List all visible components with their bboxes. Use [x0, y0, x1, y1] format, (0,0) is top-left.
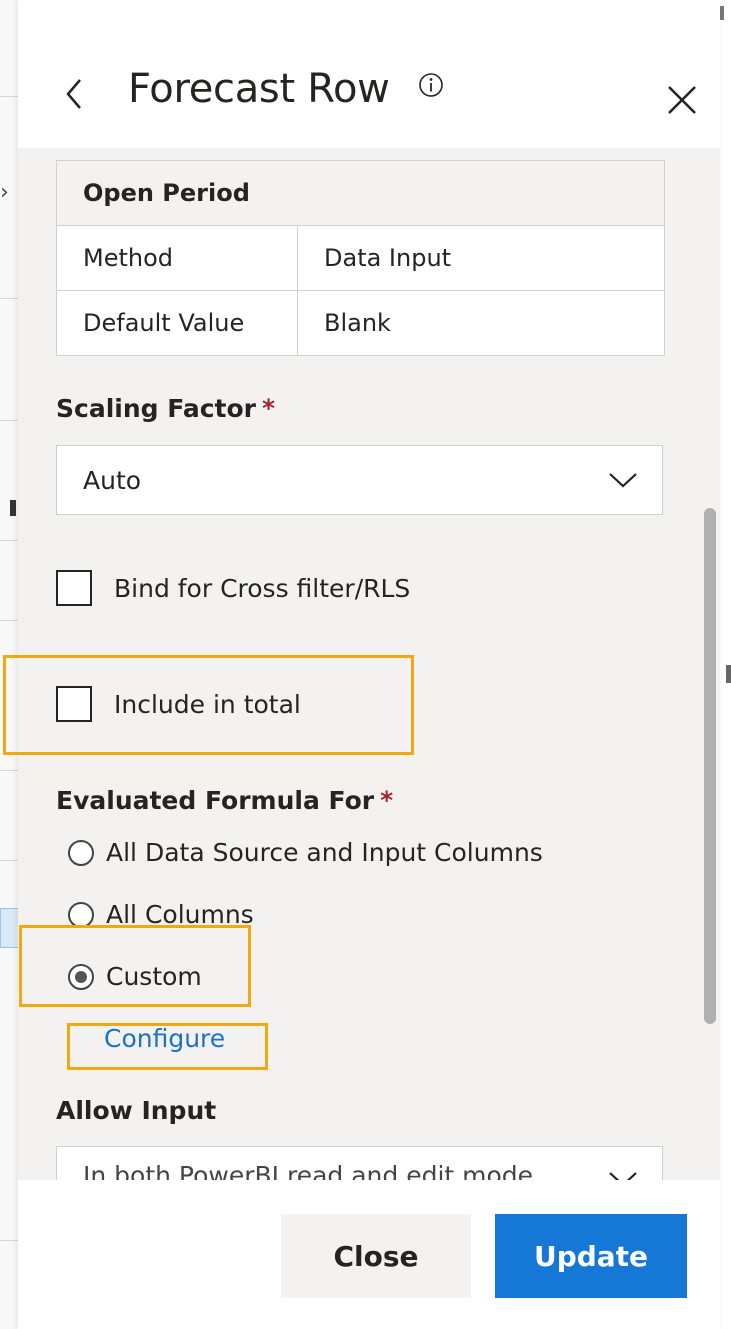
open-period-table: Open Period Method Data Input Default Va… [56, 160, 665, 356]
radio-button[interactable] [68, 839, 94, 866]
table-cell-key: Default Value [57, 291, 298, 355]
checkbox-box[interactable] [56, 686, 92, 722]
table-cell-key: Method [57, 226, 298, 290]
required-mark: * [262, 394, 276, 423]
back-button[interactable] [60, 74, 90, 114]
radio-all-data-source[interactable]: All Data Source and Input Columns [68, 838, 543, 867]
panel-footer: Close Update [18, 1180, 720, 1329]
bind-cross-filter-checkbox[interactable]: Bind for Cross filter/RLS [56, 570, 410, 606]
include-in-total-checkbox[interactable]: Include in total [56, 686, 301, 722]
background-divider [0, 1240, 20, 1241]
radio-label: All Data Source and Input Columns [106, 838, 543, 867]
radio-button-checked[interactable] [68, 963, 94, 990]
panel-header: Forecast Row [18, 0, 720, 148]
table-cell-value: Blank [324, 309, 391, 337]
allow-input-label: Allow Input [56, 1096, 217, 1125]
background-divider [0, 770, 20, 771]
bind-cross-filter-label: Bind for Cross filter/RLS [114, 573, 411, 603]
radio-all-columns[interactable]: All Columns [68, 900, 254, 929]
background-divider [0, 860, 20, 861]
info-icon[interactable] [418, 72, 444, 98]
radio-button[interactable] [68, 901, 94, 928]
scaling-factor-dropdown[interactable]: Auto [56, 445, 663, 515]
background-right-marker [726, 665, 731, 683]
background-divider [0, 540, 20, 541]
forecast-row-panel: Forecast Row Open Period Method Data Inp… [18, 0, 720, 1329]
background-divider [0, 620, 20, 621]
page-title: Forecast Row [128, 66, 390, 112]
evaluated-formula-label-text: Evaluated Formula For [56, 786, 375, 815]
background-divider [0, 298, 20, 299]
scaling-factor-label: Scaling Factor * [56, 394, 275, 423]
include-in-total-label: Include in total [114, 689, 301, 719]
radio-custom[interactable]: Custom [68, 962, 202, 991]
table-cell-value: Data Input [324, 244, 452, 272]
open-period-heading: Open Period [57, 161, 664, 226]
required-mark: * [380, 786, 394, 815]
checkbox-box[interactable] [56, 570, 92, 606]
update-button[interactable]: Update [495, 1214, 687, 1298]
configure-link[interactable]: Configure [104, 1024, 225, 1053]
table-row: Method Data Input [57, 226, 664, 291]
chevron-left-icon [66, 79, 81, 109]
scrollbar-thumb[interactable] [704, 508, 716, 1024]
background-marker [10, 500, 16, 516]
radio-label: All Columns [106, 900, 254, 929]
background-divider [0, 420, 20, 421]
evaluated-formula-label: Evaluated Formula For * [56, 786, 393, 815]
close-button[interactable]: Close [281, 1214, 471, 1298]
chevron-down-icon [609, 473, 637, 488]
scaling-factor-value: Auto [83, 466, 142, 495]
background-selected-cell [0, 908, 20, 948]
allow-input-dropdown[interactable]: In both PowerBI read and edit mode [56, 1146, 663, 1180]
allow-input-value: In both PowerBI read and edit mode [83, 1161, 534, 1180]
table-row: Default Value Blank [57, 291, 664, 355]
background-divider [0, 96, 20, 97]
scaling-factor-label-text: Scaling Factor [56, 394, 256, 423]
radio-label: Custom [106, 962, 202, 991]
background-chevron-icon: › [0, 180, 9, 205]
close-icon[interactable] [666, 84, 698, 116]
chevron-down-icon [609, 1172, 637, 1180]
